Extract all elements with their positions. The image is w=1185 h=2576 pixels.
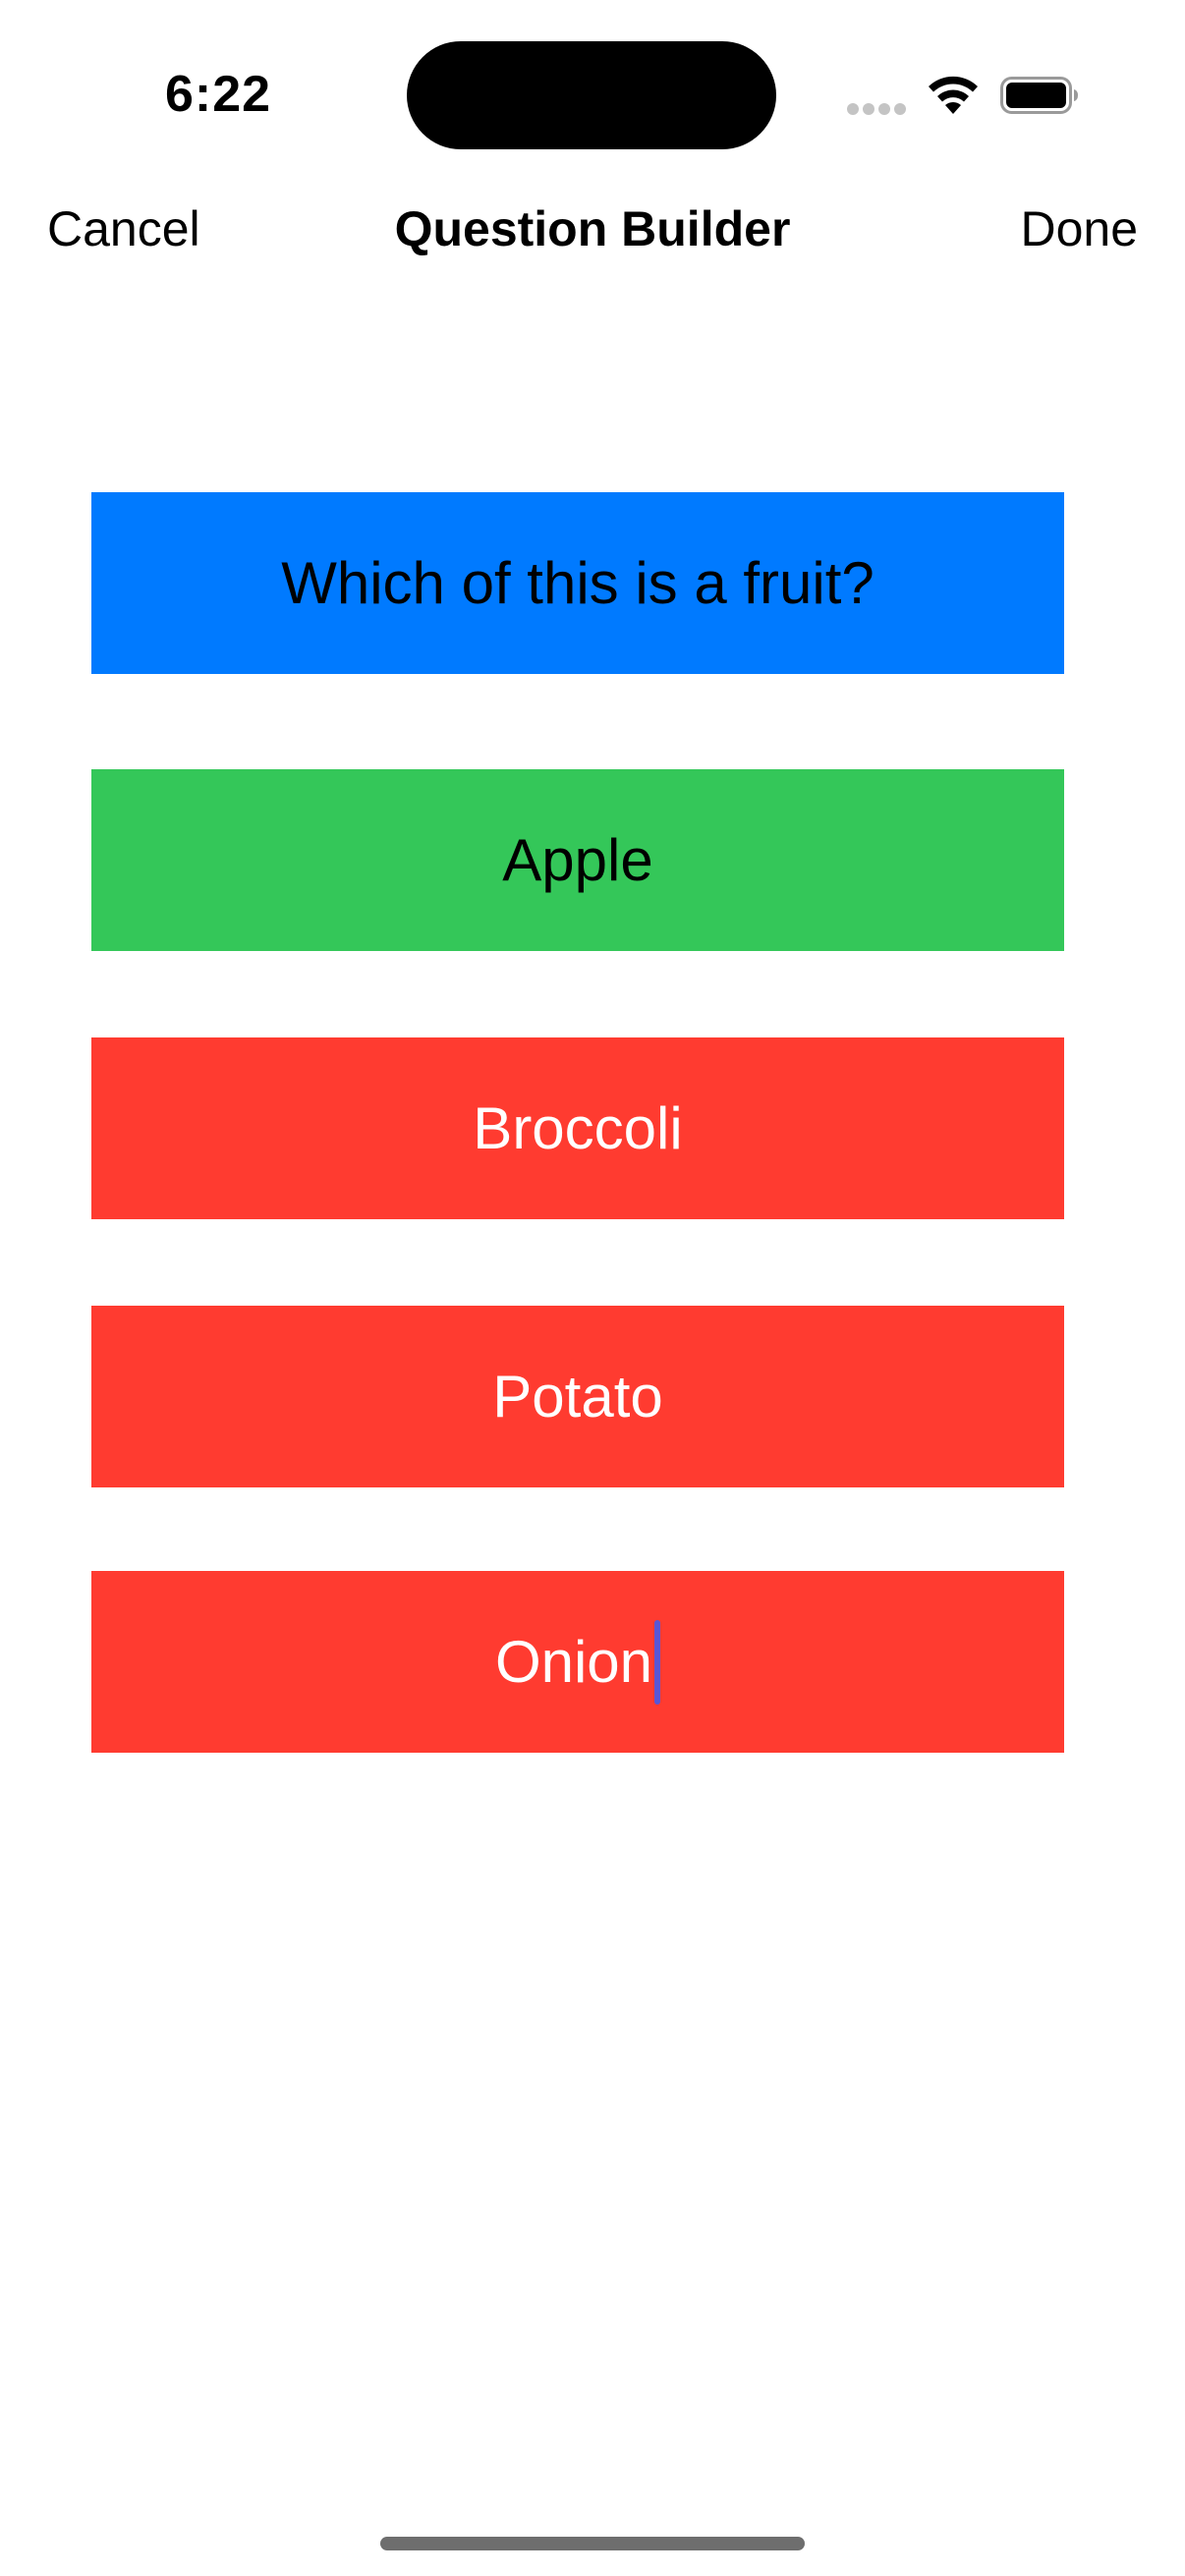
dynamic-island (407, 41, 776, 149)
wrong-answer-field-3[interactable]: Onion (91, 1571, 1064, 1753)
correct-answer-field[interactable]: Apple (91, 769, 1064, 951)
status-time: 6:22 (165, 66, 272, 123)
done-button[interactable]: Done (1020, 200, 1138, 257)
home-indicator[interactable] (380, 2537, 805, 2550)
question-text: Which of this is a fruit? (281, 550, 875, 616)
wifi-icon (929, 76, 978, 114)
wrong-answer-field-2[interactable]: Potato (91, 1306, 1064, 1487)
wrong-answer-text: Potato (492, 1364, 663, 1429)
battery-icon (1000, 77, 1078, 114)
text-cursor (654, 1619, 661, 1705)
cellular-signal-icon (847, 103, 906, 117)
wrong-answer-text: Broccoli (473, 1095, 683, 1161)
page-title: Question Builder (394, 201, 791, 256)
question-builder-screen: 6:22 Cancel Question Builder Done Which … (0, 0, 1185, 2576)
question-field[interactable]: Which of this is a fruit? (91, 492, 1064, 674)
wrong-answer-text: Onion (494, 1629, 653, 1695)
wrong-answer-field-1[interactable]: Broccoli (91, 1037, 1064, 1219)
correct-answer-text: Apple (502, 827, 653, 893)
